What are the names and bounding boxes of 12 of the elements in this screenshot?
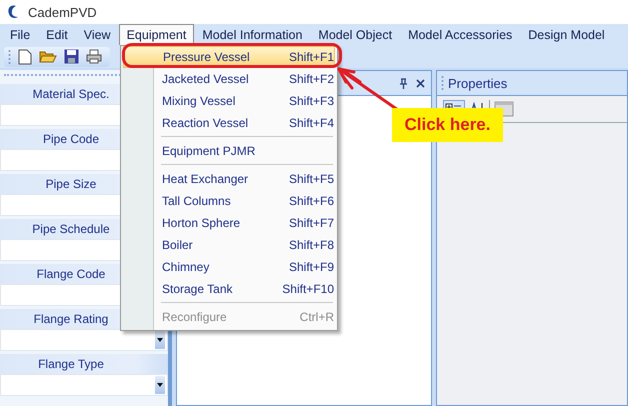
menu-item[interactable]: Model Information bbox=[194, 24, 310, 45]
window-title: CademPVD bbox=[28, 4, 97, 20]
callout-tooltip: Click here. bbox=[392, 108, 503, 142]
menu-item[interactable]: Design Model bbox=[520, 24, 613, 45]
menu-item[interactable]: File bbox=[2, 24, 38, 45]
menu-item[interactable]: Equipment bbox=[118, 24, 194, 45]
menu-item[interactable]: Model Object bbox=[310, 24, 400, 45]
menu-item[interactable]: Model Accessories bbox=[400, 24, 520, 45]
menu-item[interactable]: View bbox=[76, 24, 119, 45]
field-label: Flange Type bbox=[0, 354, 168, 374]
panel-title: Properties bbox=[448, 76, 508, 90]
menu-item[interactable]: Edit bbox=[38, 24, 76, 45]
